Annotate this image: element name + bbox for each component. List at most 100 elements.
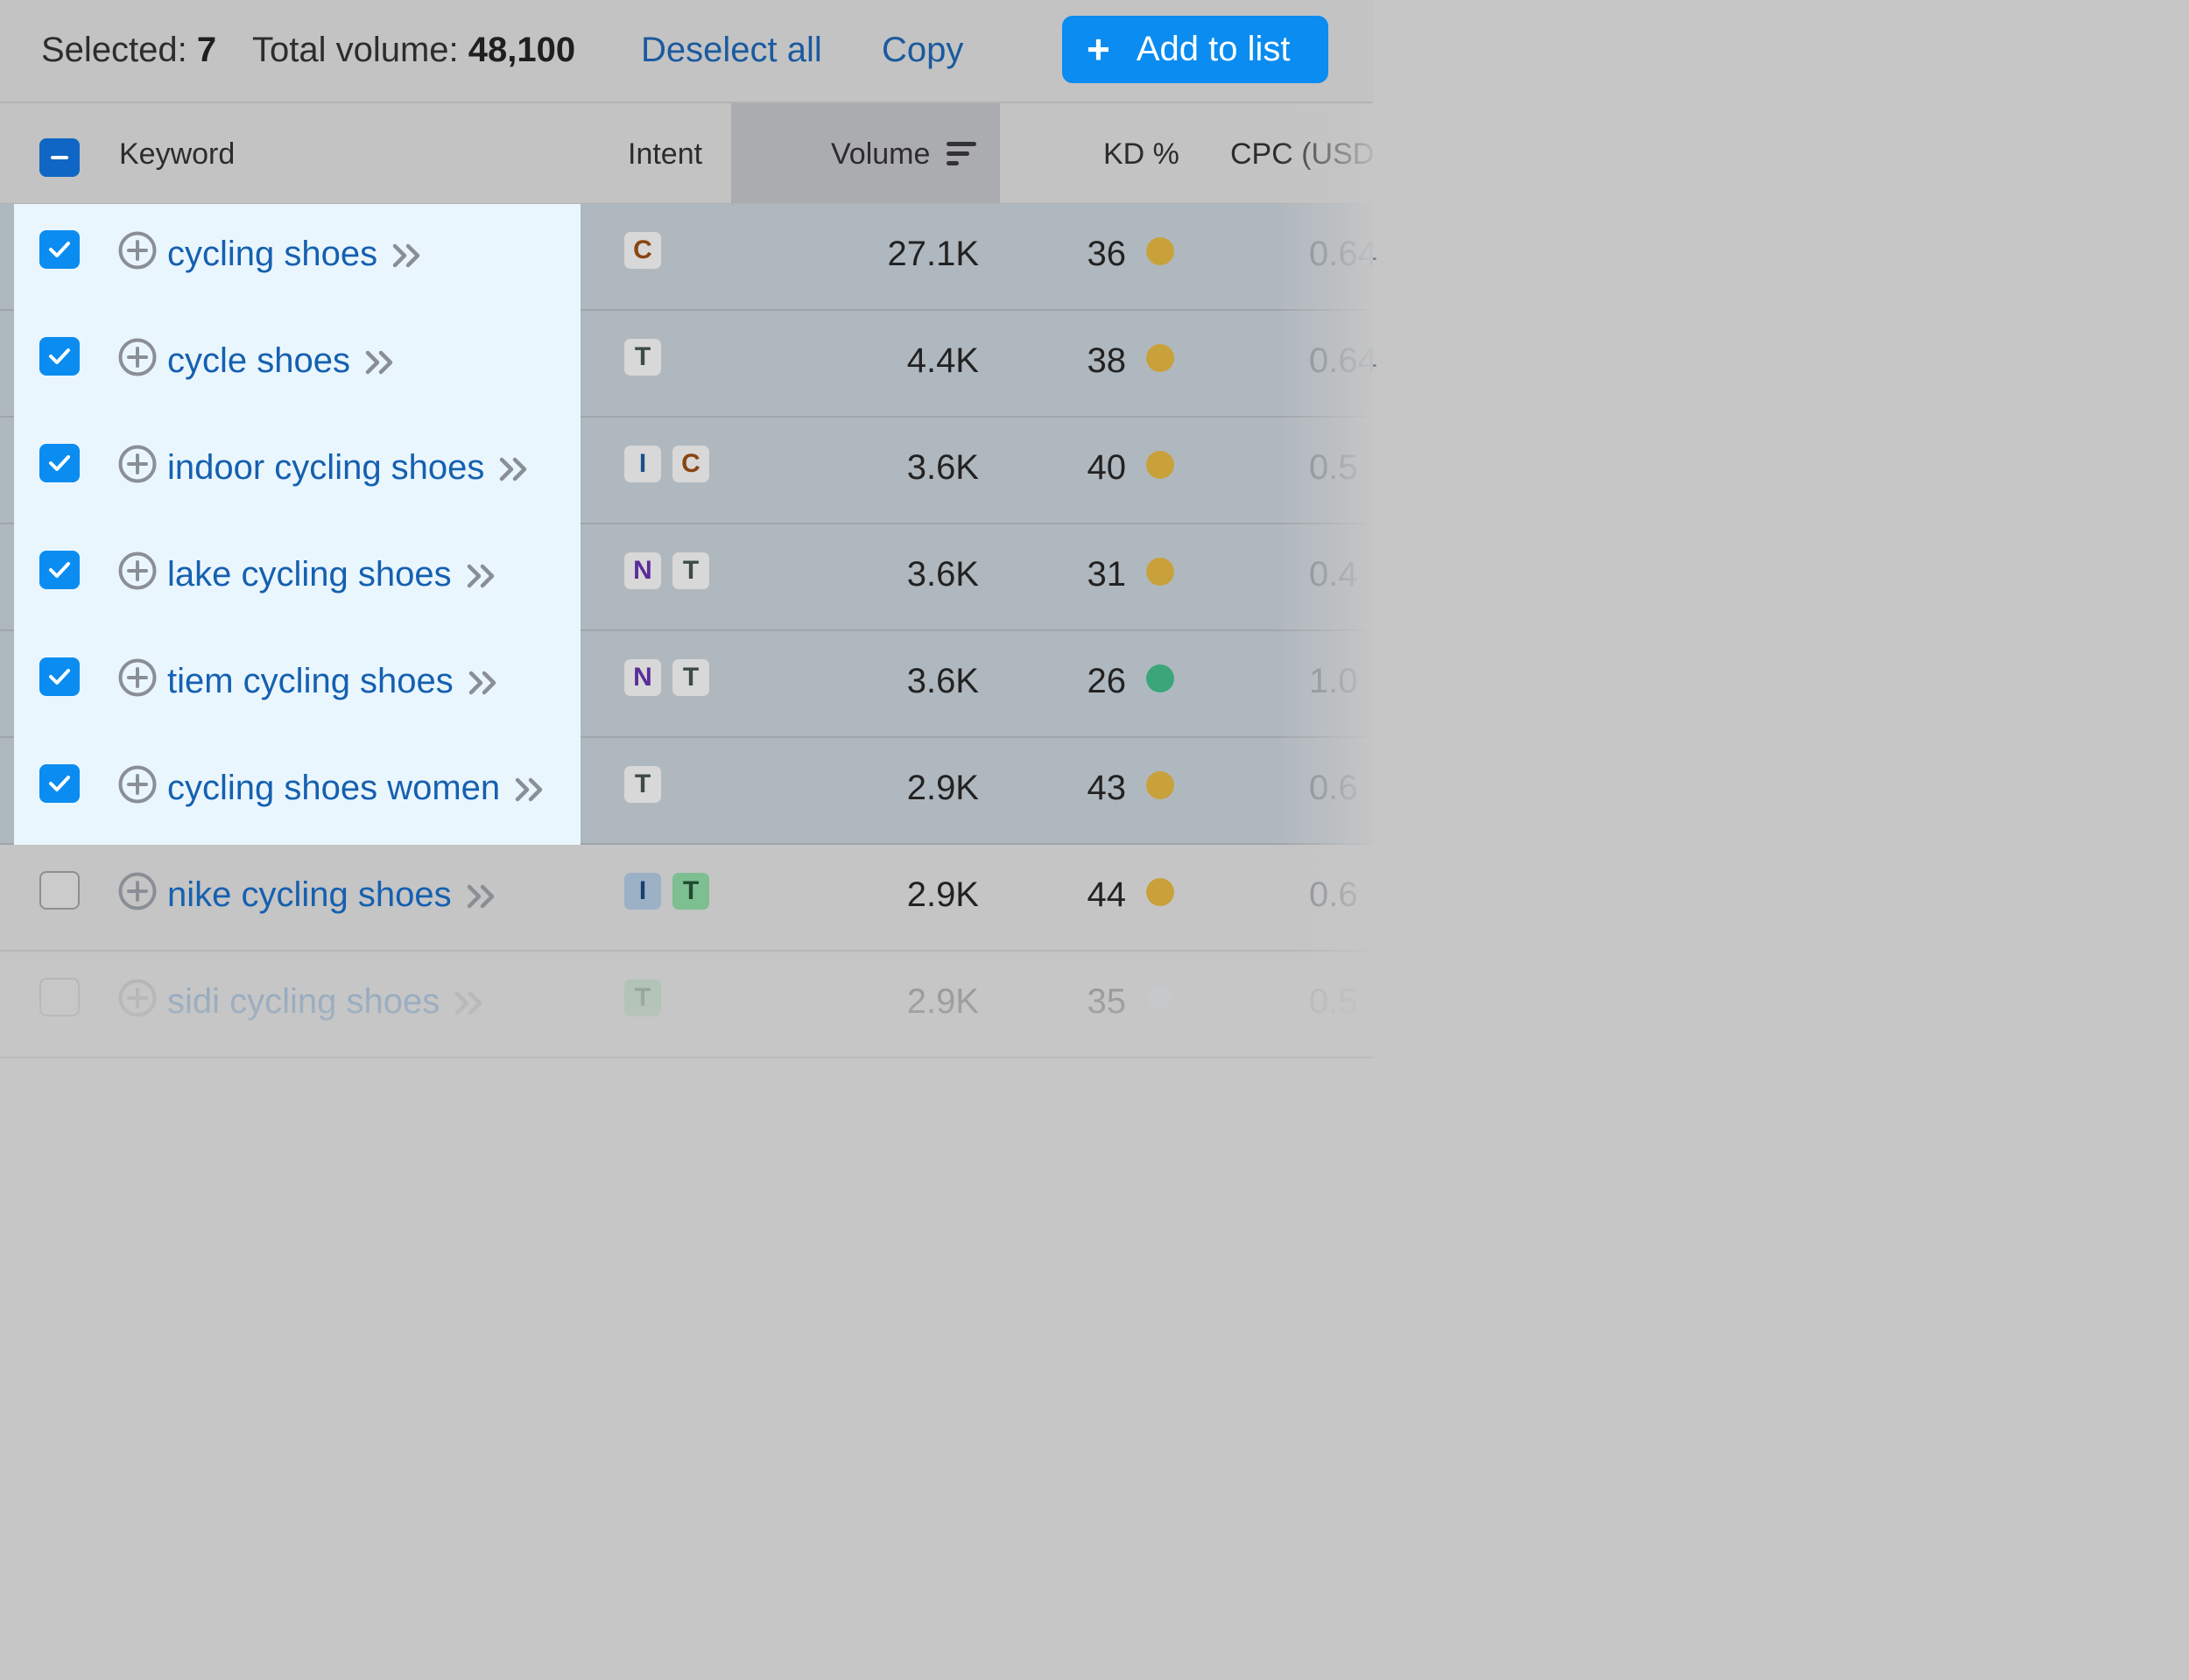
intent-badge: T [624,766,661,803]
keyword-link[interactable]: nike cycling shoes [167,875,497,915]
deselect-all-link[interactable]: Deselect all [641,30,822,70]
selected-label: Selected: [41,31,187,69]
keyword-link[interactable]: indoor cycling shoes [167,447,530,488]
add-circle-icon[interactable] [117,978,158,1018]
row-checkbox[interactable] [39,764,80,803]
double-chevron-right-icon[interactable] [454,990,485,1016]
double-chevron-right-icon[interactable] [364,349,396,376]
keyword-column-header[interactable]: Keyword [119,137,235,172]
cpc-cell: 0.4 [1309,555,1358,594]
keyword-text: indoor cycling shoes [167,448,485,487]
checkmark-icon [49,776,70,791]
selected-count: 7 [196,31,217,69]
kd-difficulty-dot [1146,664,1174,692]
double-chevron-right-icon[interactable] [466,563,497,589]
add-circle-icon[interactable] [117,230,158,271]
checkmark-icon [49,562,70,578]
intent-badge: T [672,552,709,589]
add-circle-icon[interactable] [117,871,158,911]
minus-icon [51,156,68,159]
cpc-cell: 0.5 [1309,448,1358,487]
keyword-link[interactable]: cycling shoes [167,234,423,274]
keyword-link[interactable]: tiem cycling shoes [167,661,499,701]
volume-cell: 2.9K [906,982,979,1021]
add-circle-icon[interactable] [117,551,158,591]
plus-icon: + [1087,26,1110,72]
total-volume-text: Total volume: 48,100 [252,30,575,70]
checkmark-icon [49,242,70,257]
intent-badge: N [624,659,661,696]
double-chevron-right-icon[interactable] [466,883,497,910]
row-checkbox[interactable] [39,551,80,589]
table-row: cycling shoes C 27.1K 36 0.64 [0,204,1377,313]
cpc-column-header[interactable]: CPC (USD [1230,137,1374,172]
keyword-text: tiem cycling shoes [167,662,454,700]
selected-count-text: Selected: 7 [41,30,216,70]
intent-badge: T [672,659,709,696]
kd-cell: 38 [1087,341,1127,380]
volume-cell: 4.4K [906,341,979,380]
keyword-text: cycle shoes [167,341,350,380]
cpc-cell: 0.64 [1309,235,1377,273]
table-row: cycling shoes women T 2.9K 43 0.6 [0,738,1373,847]
kd-cell: 31 [1087,555,1127,594]
double-chevron-right-icon[interactable] [391,243,423,269]
cpc-cell: 0.6 [1309,769,1358,807]
table-row: indoor cycling shoes I C 3.6K 40 0.5 [0,418,1373,526]
table-header: Keyword Intent Volume KD % CPC (USD [0,103,1374,205]
row-checkbox[interactable] [39,978,80,1016]
add-circle-icon[interactable] [117,764,158,805]
intent-badge: C [624,232,661,269]
intent-badge: I [624,446,661,482]
row-checkbox[interactable] [39,657,80,696]
row-checkbox[interactable] [39,230,80,269]
volume-column-header[interactable]: Volume [831,137,930,172]
add-to-list-label: Add to list [1136,30,1291,68]
sort-descending-icon[interactable] [947,142,976,166]
keyword-text: lake cycling shoes [167,555,452,594]
add-circle-icon[interactable] [117,657,158,698]
kd-difficulty-dot [1146,451,1174,479]
intent-badge: T [624,980,661,1016]
add-circle-icon[interactable] [117,337,158,377]
volume-cell: 27.1K [887,235,979,273]
double-chevron-right-icon[interactable] [468,670,499,696]
cpc-cell: 1.0 [1309,662,1358,700]
checkmark-icon [49,669,70,685]
keyword-link[interactable]: sidi cycling shoes [167,981,485,1022]
kd-difficulty-dot [1146,237,1174,265]
add-circle-icon[interactable] [117,444,158,484]
kd-column-header[interactable]: KD % [1103,137,1179,172]
select-all-checkbox[interactable] [39,138,80,177]
table-row: tiem cycling shoes N T 3.6K 26 1.0 [0,631,1373,740]
kd-difficulty-dot [1146,558,1174,586]
keyword-link[interactable]: cycle shoes [167,341,396,381]
double-chevron-right-icon[interactable] [514,777,545,803]
table-row: sidi cycling shoes T 2.9K 35 0.5 [0,952,1373,1058]
kd-difficulty-dot [1146,771,1174,799]
keyword-link[interactable]: cycling shoes women [167,768,545,808]
row-checkbox[interactable] [39,337,80,376]
selection-toolbar: Selected: 7 Total volume: 48,100 Deselec… [0,0,1373,103]
volume-cell: 2.9K [906,875,979,914]
keyword-text: sidi cycling shoes [167,982,440,1021]
keyword-text: nike cycling shoes [167,875,452,914]
volume-cell: 2.9K [906,769,979,807]
intent-column-header[interactable]: Intent [628,137,702,172]
kd-cell: 43 [1087,769,1127,807]
cpc-cell: 0.5 [1309,982,1358,1021]
checkmark-icon [49,455,70,471]
cpc-cell: 0.6 [1309,875,1358,914]
add-to-list-button[interactable]: + Add to list [1062,16,1328,83]
cpc-cell: 0.64 [1309,341,1377,380]
row-checkbox[interactable] [39,871,80,910]
checkmark-icon [49,348,70,364]
total-volume-label: Total volume: [252,31,459,69]
keyword-link[interactable]: lake cycling shoes [167,554,497,594]
intent-badge: T [624,339,661,376]
table-row: nike cycling shoes I T 2.9K 44 0.6 [0,845,1373,952]
kd-difficulty-dot [1146,344,1174,372]
double-chevron-right-icon[interactable] [498,456,530,482]
copy-link[interactable]: Copy [882,30,963,70]
row-checkbox[interactable] [39,444,80,482]
